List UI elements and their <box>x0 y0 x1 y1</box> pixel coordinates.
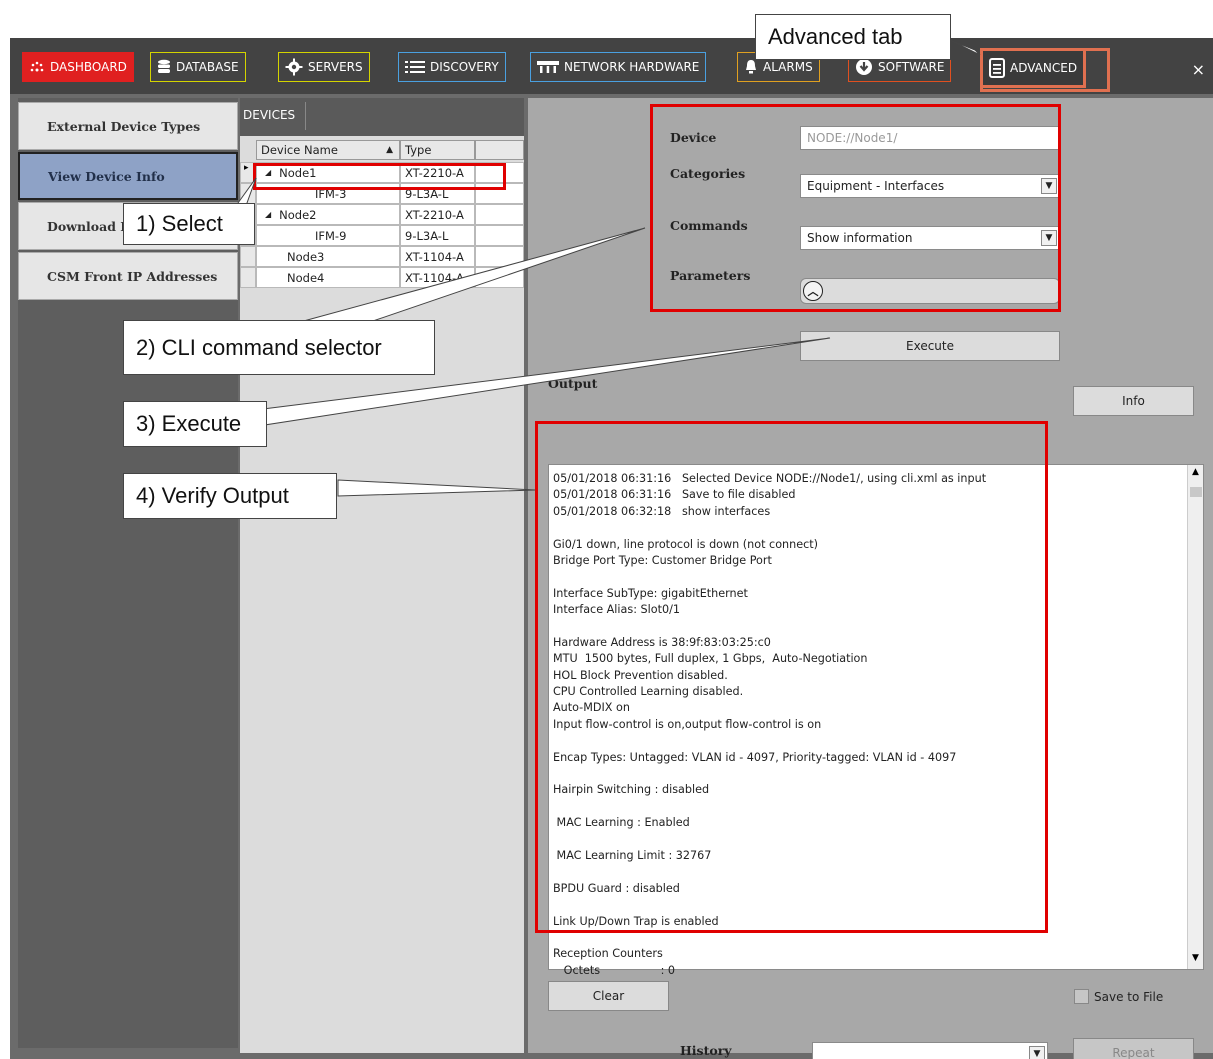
callout-cli-command-selector: 2) CLI command selector <box>123 320 435 375</box>
callout-verify-output: 4) Verify Output <box>123 473 337 519</box>
callout-pointers <box>237 39 981 497</box>
callout-advanced-tab: Advanced tab <box>755 14 951 60</box>
callout-select: 1) Select <box>123 203 255 245</box>
callout-execute: 3) Execute <box>123 401 267 447</box>
